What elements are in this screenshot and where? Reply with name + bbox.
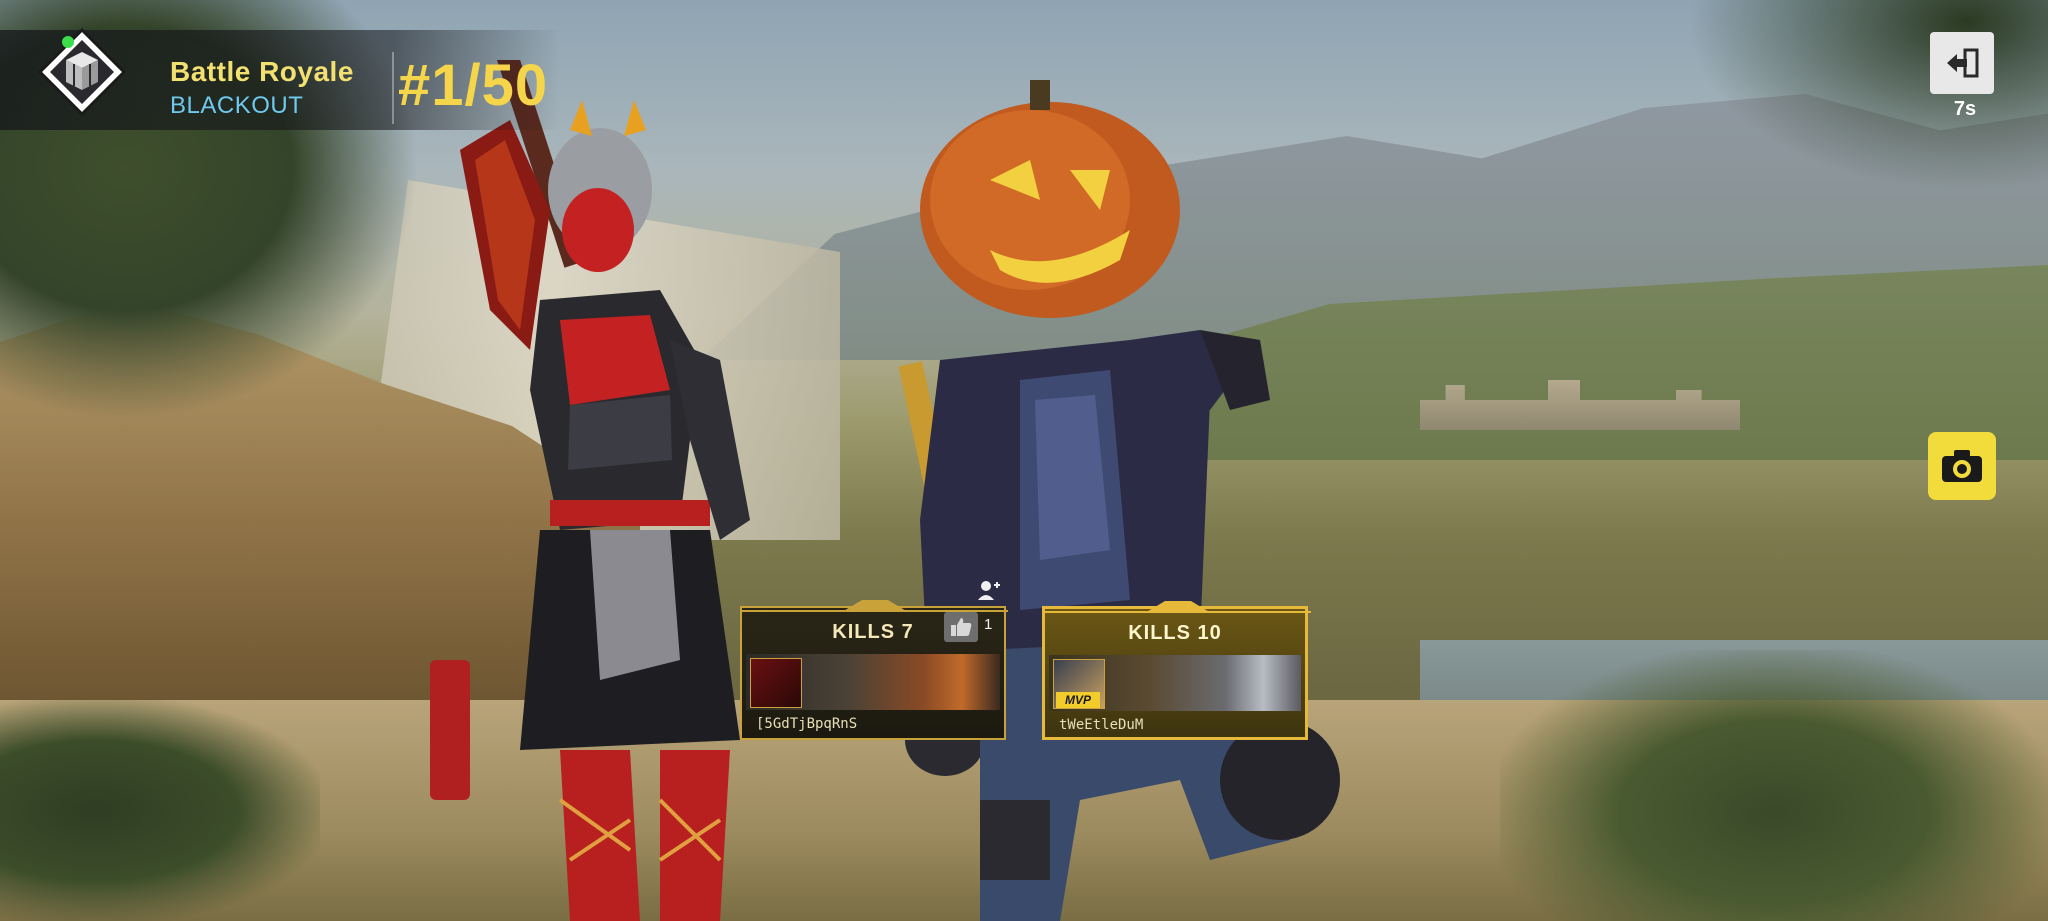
player-card-mvp[interactable]: KILLS 10 MVP tWeEtleDuM [1042, 601, 1311, 740]
exit-button[interactable] [1930, 32, 1994, 94]
like-count: 1 [984, 616, 993, 633]
player-name: tWeEtleDuM [1059, 717, 1144, 733]
character-red-operator [430, 60, 750, 921]
supply-crate-icon [37, 27, 127, 117]
thumbs-up-icon [951, 618, 972, 636]
card-ornament [742, 600, 1008, 612]
mvp-badge: MVP [1056, 692, 1100, 708]
player-banner: MVP [1049, 655, 1301, 711]
player-name: [5GdTjBpqRnS [756, 716, 858, 732]
camera-button[interactable] [1928, 432, 1996, 500]
kills-count: KILLS 7 [832, 620, 914, 643]
mode-title: Battle Royale [170, 56, 354, 87]
like-button[interactable] [944, 612, 978, 642]
avatar [750, 658, 802, 708]
bush-left [0, 700, 320, 921]
hud-divider [392, 52, 394, 124]
exit-timer: 7s [1953, 98, 1977, 120]
friend-request-icon[interactable] [976, 580, 1002, 602]
game-scene: Battle Royale BLACKOUT #1/50 7s KILLS 7 … [0, 0, 2048, 921]
player-banner [746, 654, 1000, 710]
exit-icon [1947, 48, 1979, 78]
kills-count: KILLS 10 [1128, 621, 1222, 644]
avatar: MVP [1053, 659, 1105, 709]
online-status-dot [62, 36, 74, 48]
mode-subtitle: BLACKOUT [170, 92, 304, 119]
character-pumpkin-operator [898, 80, 1340, 921]
bush-right [1500, 650, 2048, 921]
placement-rank: #1/50 [398, 53, 549, 118]
card-ornament [1045, 601, 1311, 613]
card-header: KILLS 10 [1045, 615, 1305, 651]
camera-icon [1942, 450, 1982, 482]
